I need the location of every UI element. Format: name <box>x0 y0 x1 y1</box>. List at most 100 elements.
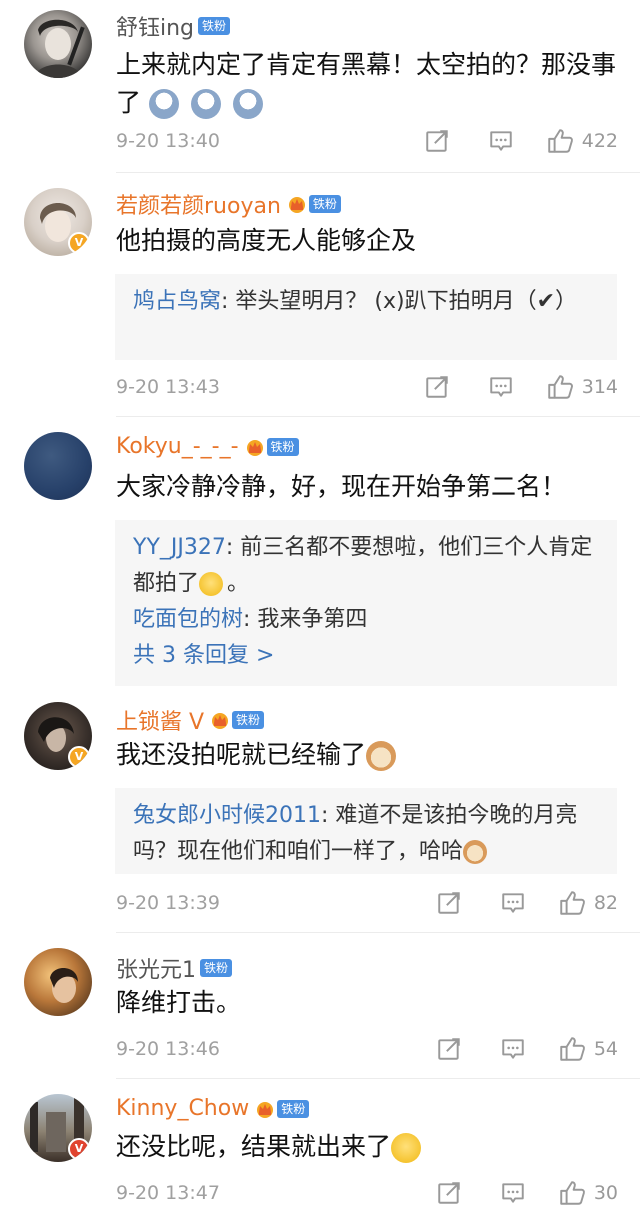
comment-icon <box>488 374 514 400</box>
comment-text: 大家冷静冷静，好，现在开始争第二名！ <box>116 472 567 501</box>
username-text[interactable]: Kokyu_-_-_- <box>116 434 239 459</box>
avatar[interactable] <box>24 432 92 500</box>
username[interactable]: 若颜若颜ruoyan 铁粉 <box>116 188 341 220</box>
timestamp: 9-20 13:39 <box>116 892 220 914</box>
like-count: 54 <box>593 1038 618 1060</box>
username-text[interactable]: Kinny_Chow <box>116 1096 249 1121</box>
comment-text: 他拍摄的高度无人能够企及 <box>116 226 417 255</box>
comment-meta: 9-20 13:40 422 <box>116 126 618 156</box>
reply-item[interactable]: YY_JJ327: 前三名都不要想啦，他们三个人肯定都拍了。 <box>133 530 599 602</box>
reply-item[interactable]: 吃面包的树: 我来争第四 <box>133 602 599 638</box>
reply-username[interactable]: 吃面包的树 <box>133 607 243 632</box>
comment-icon <box>500 890 526 916</box>
share-icon <box>424 374 450 400</box>
share-icon <box>424 128 450 154</box>
username-text[interactable]: 舒钰ing <box>116 10 194 42</box>
verified-icon: V <box>68 232 90 254</box>
reply-box[interactable]: YY_JJ327: 前三名都不要想啦，他们三个人肯定都拍了。 吃面包的树: 我来… <box>115 520 617 686</box>
actions: 30 <box>436 1178 618 1208</box>
share-button[interactable] <box>436 1036 462 1062</box>
like-icon <box>546 373 574 401</box>
reply-button[interactable] <box>488 128 514 154</box>
verified-icon: V <box>68 1138 90 1160</box>
divider <box>116 172 640 173</box>
comment-meta: 9-20 13:39 82 <box>116 888 618 918</box>
timestamp: 9-20 13:40 <box>116 130 220 152</box>
actions: 314 <box>424 372 618 402</box>
fan-badge[interactable]: 铁粉 <box>277 1099 310 1118</box>
avatar-photo <box>34 19 85 78</box>
username[interactable]: 舒钰ing 铁粉 <box>116 10 231 42</box>
avatar[interactable]: V <box>24 1094 92 1162</box>
comment-meta: 9-20 13:47 30 <box>116 1178 618 1208</box>
crown-icon <box>245 438 265 456</box>
emoji-icon <box>148 89 179 119</box>
like-button[interactable]: 314 <box>546 372 618 402</box>
share-button[interactable] <box>424 128 450 154</box>
emoji-icon <box>463 840 488 864</box>
divider <box>116 932 640 933</box>
divider <box>116 1078 640 1079</box>
avatar[interactable] <box>24 948 92 1016</box>
comment-text-content: 还没比呢，结果就出来了 <box>116 1132 392 1161</box>
reply-box[interactable]: 兔女郎小时候2011: 难道不是该拍今晚的月亮吗？现在他们和咱们一样了，哈哈 <box>115 788 617 874</box>
share-button[interactable] <box>436 890 462 916</box>
reply-separator: : <box>243 607 258 632</box>
fan-badge[interactable]: 铁粉 <box>266 437 299 456</box>
reply-separator: : <box>321 803 336 828</box>
comment-text: 上来就内定了肯定有黑幕！太空拍的？那没事了 <box>116 46 620 122</box>
reply-text-end: 。 <box>227 571 250 596</box>
timestamp: 9-20 13:47 <box>116 1182 220 1204</box>
like-button[interactable]: 30 <box>558 1178 618 1208</box>
username-text[interactable]: 上锁酱 V <box>116 704 204 736</box>
avatar[interactable]: V <box>24 188 92 256</box>
username[interactable]: 上锁酱 V 铁粉 <box>116 704 265 736</box>
avatar[interactable] <box>24 10 92 78</box>
fan-badge[interactable]: 铁粉 <box>308 195 341 213</box>
reply-button[interactable] <box>500 1180 526 1206</box>
emoji-icon <box>190 89 221 119</box>
verified-icon: V <box>68 746 90 768</box>
fan-badge[interactable]: 铁粉 <box>232 711 265 729</box>
reply-button[interactable] <box>500 1036 526 1062</box>
reply-text: 举头望明月？ (x)趴下拍明月（✔） <box>235 289 578 314</box>
share-button[interactable] <box>436 1180 462 1206</box>
like-icon <box>546 127 574 155</box>
crown-icon <box>255 1100 275 1118</box>
reply-button[interactable] <box>500 890 526 916</box>
username-text[interactable]: 张光元1 <box>116 952 196 984</box>
username[interactable]: Kinny_Chow 铁粉 <box>116 1096 310 1121</box>
emoji-icon <box>232 89 263 119</box>
username-text[interactable]: 若颜若颜ruoyan <box>116 188 281 220</box>
like-icon <box>558 1035 586 1063</box>
reply-username[interactable]: YY_JJ327 <box>133 535 226 560</box>
share-icon <box>436 1036 462 1062</box>
comment-icon <box>488 128 514 154</box>
emoji-icon <box>199 572 224 596</box>
reply-username[interactable]: 兔女郎小时候2011 <box>133 803 321 828</box>
crown-icon <box>287 195 307 213</box>
like-button[interactable]: 422 <box>546 126 618 156</box>
reply-username[interactable]: 鸠占鸟窝 <box>133 289 221 314</box>
reply-box[interactable]: 鸠占鸟窝: 举头望明月？ (x)趴下拍明月（✔） <box>115 274 617 360</box>
actions: 54 <box>436 1034 618 1064</box>
fan-badge[interactable]: 铁粉 <box>198 17 231 35</box>
share-icon <box>436 890 462 916</box>
comment-meta: 9-20 13:43 314 <box>116 372 618 402</box>
fan-badge[interactable]: 铁粉 <box>200 959 233 977</box>
emoji-icon <box>366 741 397 771</box>
like-button[interactable]: 82 <box>558 888 618 918</box>
like-count: 314 <box>581 376 618 398</box>
reply-button[interactable] <box>488 374 514 400</box>
comment-text-content: 我还没拍呢就已经输了 <box>116 740 367 769</box>
like-button[interactable]: 54 <box>558 1034 618 1064</box>
share-icon <box>436 1180 462 1206</box>
share-button[interactable] <box>424 374 450 400</box>
like-icon <box>558 889 586 917</box>
avatar[interactable]: V <box>24 702 92 770</box>
username[interactable]: 张光元1 铁粉 <box>116 952 233 984</box>
actions: 422 <box>424 126 618 156</box>
more-replies-link[interactable]: 共 3 条回复 > <box>133 638 599 674</box>
username[interactable]: Kokyu_-_-_- 铁粉 <box>116 434 299 459</box>
divider <box>116 416 640 417</box>
